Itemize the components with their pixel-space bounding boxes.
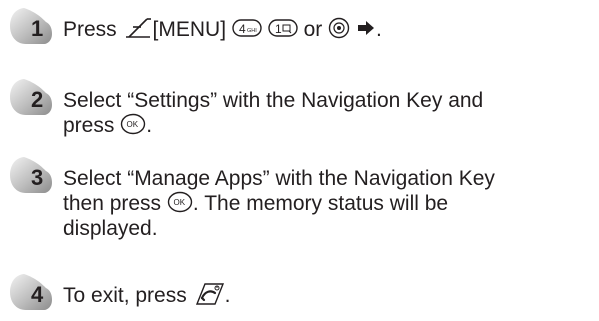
ok-key-icon: OK (167, 191, 193, 213)
svg-text:OK: OK (127, 120, 139, 129)
right-arrow-icon (356, 19, 376, 37)
end-power-key-icon (193, 282, 225, 306)
menu-softkey-icon (123, 17, 153, 39)
step-2-line-2: press OK . (63, 113, 153, 137)
step-1-text-menu: [MENU] (152, 18, 227, 41)
keypad-4-icon: 4 GHI (232, 17, 262, 39)
step-3-line-1: Select “Manage Apps” with the Navigation… (63, 167, 495, 190)
svg-text:OK: OK (173, 198, 185, 207)
step-3-line-3: displayed. (63, 217, 158, 240)
step-number-badge-icon: 4 (10, 272, 54, 312)
step-number: 2 (31, 87, 43, 112)
step-2-line-1: Select “Settings” with the Navigation Ke… (63, 89, 484, 112)
step-number-badge-icon: 3 (10, 155, 54, 195)
step-3-line-2: then press OK . The memory status will b… (63, 191, 449, 215)
svg-text:4: 4 (239, 22, 246, 36)
step-number: 3 (31, 165, 43, 190)
step-1-text-press: Press (63, 18, 117, 41)
step-1-text-or: or (303, 18, 323, 41)
step-1-text-period: . (375, 18, 382, 41)
step-number-badge-icon: 2 (10, 77, 54, 117)
step-number-badge-icon: 1 (10, 6, 54, 46)
ok-key-icon: OK (120, 113, 146, 135)
svg-text:GHI: GHI (247, 28, 257, 34)
step-4-text: To exit, press (63, 284, 187, 307)
svg-text:1: 1 (275, 22, 282, 36)
step-4-text-period: . (224, 284, 231, 307)
keypad-1-icon: 1 (268, 17, 298, 39)
navigation-key-icon (328, 17, 350, 39)
step-number: 4 (31, 282, 44, 307)
step-number: 1 (31, 16, 43, 41)
